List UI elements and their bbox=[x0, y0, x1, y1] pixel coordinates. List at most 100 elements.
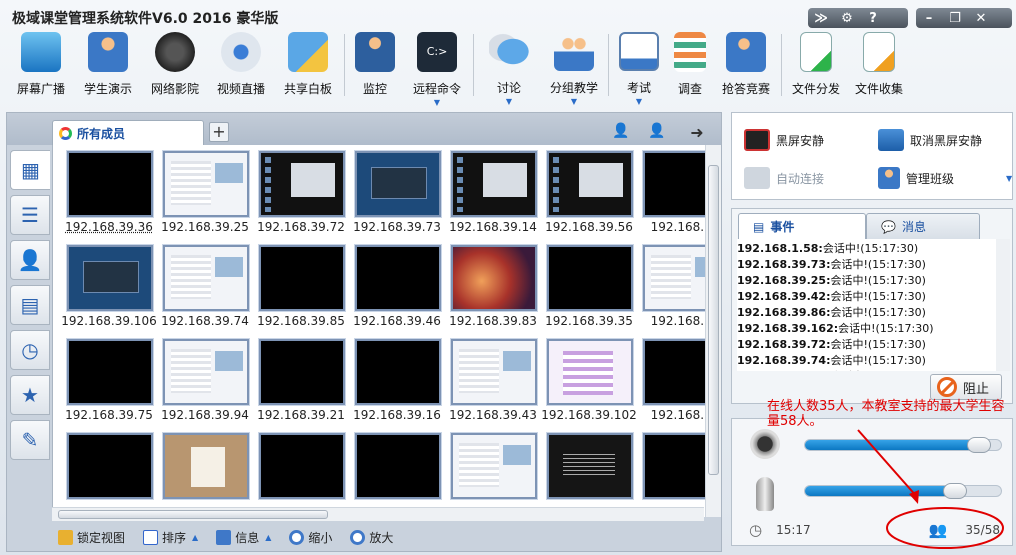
gear-icon[interactable]: ⚙ bbox=[834, 11, 860, 26]
student-screen[interactable] bbox=[67, 151, 153, 217]
user-star-icon[interactable]: ★ bbox=[10, 375, 50, 415]
horizontal-scroll-thumb[interactable] bbox=[58, 510, 328, 519]
student-screen[interactable] bbox=[547, 151, 633, 217]
tab-events[interactable]: ▤ 事件 bbox=[738, 213, 866, 239]
student-screen[interactable] bbox=[451, 433, 537, 499]
broadcast-button[interactable]: 屏幕广播 bbox=[8, 30, 74, 106]
chevron-down-icon[interactable]: ▼ bbox=[506, 98, 512, 106]
sort-button[interactable]: 排序 ▲ bbox=[137, 529, 198, 546]
edit-pen-icon[interactable]: ✎ bbox=[10, 420, 50, 460]
video-live-button[interactable]: 视频直播 bbox=[208, 30, 274, 106]
student-thumbnail[interactable]: 192.168.39.94 bbox=[157, 335, 253, 429]
mic-volume-knob[interactable] bbox=[943, 483, 968, 499]
auto-connect-button[interactable]: 自动连接 bbox=[744, 167, 824, 189]
student-screen[interactable] bbox=[67, 339, 153, 405]
close-button[interactable]: ✕ bbox=[968, 11, 994, 26]
chevron-up-icon[interactable]: ▲ bbox=[265, 534, 271, 542]
student-thumbnail[interactable] bbox=[61, 429, 157, 517]
whiteboard-button[interactable]: 共享白板 bbox=[274, 30, 342, 106]
student-thumbnail[interactable] bbox=[157, 429, 253, 517]
student-thumbnail[interactable] bbox=[253, 429, 349, 517]
student-thumbnail[interactable]: 192.168.39.73 bbox=[349, 147, 445, 241]
student-thumbnail[interactable]: 192.168.39.16 bbox=[349, 335, 445, 429]
student-screen[interactable] bbox=[451, 339, 537, 405]
student-thumbnail[interactable]: 192.168.39.72 bbox=[253, 147, 349, 241]
user-settings-icon[interactable]: 👤 bbox=[647, 123, 667, 139]
student-thumbnail[interactable] bbox=[541, 429, 637, 517]
user-star-icon[interactable]: 👤 bbox=[611, 123, 631, 139]
student-screen[interactable] bbox=[163, 151, 249, 217]
quiz-race-button[interactable]: 抢答竞赛 bbox=[713, 30, 779, 106]
student-screen[interactable] bbox=[259, 245, 345, 311]
student-thumbnail[interactable]: 192.168.39.83 bbox=[445, 241, 541, 335]
speaker-volume-knob[interactable] bbox=[967, 437, 992, 453]
collapse-icon[interactable]: ≫ bbox=[808, 11, 834, 26]
student-thumbnail[interactable]: 192.168.39.35 bbox=[541, 241, 637, 335]
thumbnail-view-icon[interactable]: ▦ bbox=[10, 150, 50, 190]
tab-messages[interactable]: 💬 消息 bbox=[866, 213, 980, 239]
student-demo-button[interactable]: 学生演示 bbox=[74, 30, 142, 106]
tab-all-members[interactable]: 所有成员 bbox=[52, 120, 204, 145]
student-screen[interactable] bbox=[259, 433, 345, 499]
minimize-button[interactable]: – bbox=[916, 11, 942, 26]
student-thumbnail[interactable]: 192.168.39.56 bbox=[541, 147, 637, 241]
student-screen[interactable] bbox=[67, 433, 153, 499]
student-screen[interactable] bbox=[355, 151, 441, 217]
user-remove-icon[interactable]: 👤 bbox=[10, 240, 50, 280]
chevron-down-icon[interactable]: ▼ bbox=[1006, 175, 1012, 183]
cancel-black-screen-button[interactable]: 取消黑屏安静 bbox=[878, 129, 982, 151]
zoom-out-button[interactable]: 缩小 bbox=[283, 529, 332, 546]
student-thumbnail[interactable]: 192.168.39.85 bbox=[253, 241, 349, 335]
student-thumbnail[interactable]: 192.168.39.43 bbox=[445, 335, 541, 429]
black-screen-button[interactable]: 黑屏安静 bbox=[744, 129, 824, 151]
horizontal-scrollbar[interactable] bbox=[52, 507, 704, 521]
exam-button[interactable]: 考试 ▼ bbox=[611, 30, 667, 106]
student-screen[interactable] bbox=[163, 433, 249, 499]
student-screen[interactable] bbox=[355, 339, 441, 405]
student-thumbnail[interactable]: 192.168.39.14 bbox=[445, 147, 541, 241]
student-screen[interactable] bbox=[355, 245, 441, 311]
mic-volume-slider[interactable] bbox=[804, 483, 1002, 499]
student-screen[interactable] bbox=[259, 151, 345, 217]
student-thumbnail[interactable]: 192.168.39.36 bbox=[61, 147, 157, 241]
monitor-button[interactable]: 监控 bbox=[347, 30, 403, 106]
group-teaching-button[interactable]: 分组教学 ▼ bbox=[542, 30, 606, 106]
student-thumbnail[interactable]: 192.168.39.46 bbox=[349, 241, 445, 335]
event-log-scrollbar[interactable] bbox=[996, 239, 1010, 371]
chevron-down-icon[interactable]: ▼ bbox=[434, 99, 440, 107]
student-screen[interactable] bbox=[355, 433, 441, 499]
chevron-up-icon[interactable]: ▲ bbox=[192, 534, 198, 542]
vertical-scrollbar[interactable] bbox=[705, 145, 721, 517]
info-button[interactable]: 信息 ▲ bbox=[210, 529, 271, 546]
file-send-button[interactable]: 文件分发 bbox=[784, 30, 848, 106]
discussion-button[interactable]: 讨论 ▼ bbox=[476, 30, 542, 106]
student-screen[interactable] bbox=[163, 245, 249, 311]
student-screen[interactable] bbox=[547, 339, 633, 405]
file-collect-button[interactable]: 文件收集 bbox=[848, 30, 910, 106]
student-thumbnail[interactable]: 192.168.39.74 bbox=[157, 241, 253, 335]
student-thumbnail[interactable] bbox=[349, 429, 445, 517]
block-button[interactable]: 阻止 bbox=[930, 374, 1002, 400]
list-view-icon[interactable]: ☰ bbox=[10, 195, 50, 235]
add-tab-button[interactable]: + bbox=[209, 122, 229, 142]
student-screen[interactable] bbox=[67, 245, 153, 311]
student-thumbnail[interactable]: 192.168.39.75 bbox=[61, 335, 157, 429]
survey-button[interactable]: 调查 bbox=[667, 30, 713, 106]
student-screen[interactable] bbox=[451, 245, 537, 311]
student-thumbnail[interactable]: 192.168.39.25 bbox=[157, 147, 253, 241]
help-icon[interactable]: ? bbox=[860, 11, 886, 26]
remote-command-button[interactable]: C:> 远程命令 ▼ bbox=[403, 30, 471, 107]
student-screen[interactable] bbox=[451, 151, 537, 217]
chevron-down-icon[interactable]: ▼ bbox=[636, 98, 642, 106]
student-screen[interactable] bbox=[259, 339, 345, 405]
student-thumbnail[interactable]: 192.168.39.21 bbox=[253, 335, 349, 429]
speaker-volume-slider[interactable] bbox=[804, 437, 1002, 453]
arrow-right-icon[interactable]: ➜ bbox=[687, 123, 707, 142]
student-thumbnail[interactable]: 192.168.39.106 bbox=[61, 241, 157, 335]
student-screen[interactable] bbox=[547, 245, 633, 311]
student-screen[interactable] bbox=[163, 339, 249, 405]
lock-view-button[interactable]: 锁定视图 bbox=[52, 529, 125, 546]
student-thumbnail[interactable]: 192.168.39.102 bbox=[541, 335, 637, 429]
student-screen[interactable] bbox=[547, 433, 633, 499]
manage-class-button[interactable]: 管理班级 ▼ bbox=[878, 167, 1012, 189]
